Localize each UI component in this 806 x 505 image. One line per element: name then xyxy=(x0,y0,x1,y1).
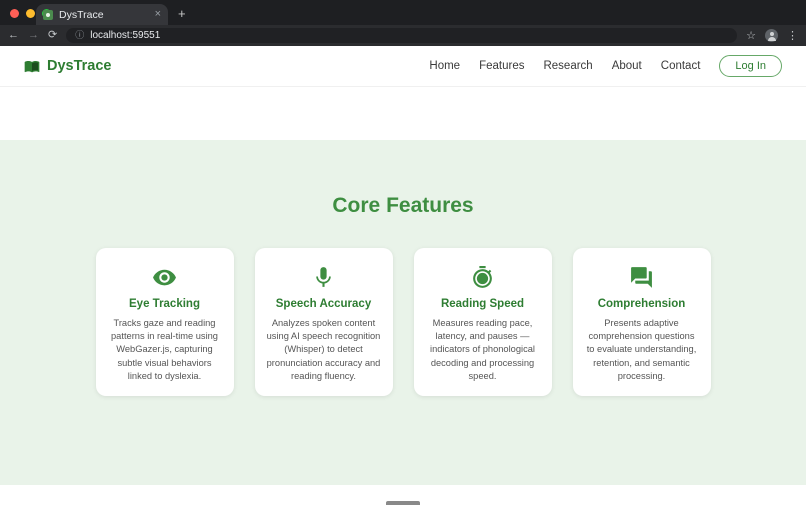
tab-favicon-icon xyxy=(43,9,53,20)
below-section xyxy=(0,485,806,505)
page-content: DysTrace Home Features Research About Co… xyxy=(0,46,806,505)
feature-card-eye-tracking: Eye Tracking Tracks gaze and reading pat… xyxy=(95,248,234,396)
site-header: DysTrace Home Features Research About Co… xyxy=(0,46,806,87)
hero-bottom-spacer xyxy=(0,87,806,140)
card-title: Reading Speed xyxy=(440,298,525,310)
login-button[interactable]: Log In xyxy=(719,55,782,77)
card-title: Comprehension xyxy=(597,298,686,310)
main-nav: Home Features Research About Contact Log… xyxy=(429,55,782,77)
site-info-icon[interactable]: ⓘ xyxy=(75,31,84,40)
section-title: Core Features xyxy=(332,194,474,217)
eye-icon xyxy=(107,263,223,291)
feature-cards-row: Eye Tracking Tracks gaze and reading pat… xyxy=(0,248,806,396)
window-close-button[interactable] xyxy=(10,9,19,18)
card-title: Speech Accuracy xyxy=(275,298,372,310)
card-text: Analyzes spoken content using AI speech … xyxy=(266,318,381,381)
next-section-partial-heading xyxy=(386,501,420,505)
brand-name: DysTrace xyxy=(47,58,112,74)
nav-link-home[interactable]: Home xyxy=(429,60,460,72)
tab-close-icon[interactable]: × xyxy=(155,9,161,20)
url-text: localhost:59551 xyxy=(90,30,161,41)
nav-link-contact[interactable]: Contact xyxy=(661,60,701,72)
feature-card-speech-accuracy: Speech Accuracy Analyzes spoken content … xyxy=(254,248,393,396)
new-tab-button[interactable]: + xyxy=(178,6,186,21)
browser-tabstrip: DysTrace × + xyxy=(0,0,806,25)
reload-button[interactable]: ⟳ xyxy=(48,30,57,41)
window-minimize-button[interactable] xyxy=(26,9,35,18)
card-text: Measures reading pace, latency, and paus… xyxy=(430,318,535,381)
card-title: Eye Tracking xyxy=(129,298,200,310)
browser-tab-dystrace[interactable]: DysTrace × xyxy=(36,4,168,25)
tab-title: DysTrace xyxy=(59,8,104,21)
brand-logo-icon xyxy=(24,61,40,73)
browser-menu-icon[interactable]: ⋮ xyxy=(787,29,798,42)
stopwatch-icon xyxy=(425,263,541,291)
chat-icon xyxy=(584,263,700,291)
nav-link-about[interactable]: About xyxy=(612,60,642,72)
nav-link-research[interactable]: Research xyxy=(543,60,592,72)
browser-toolbar: ← → ⟳ ⓘ localhost:59551 ☆ ⋮ xyxy=(0,25,806,46)
profile-avatar-icon[interactable] xyxy=(765,29,778,42)
back-button[interactable]: ← xyxy=(8,30,19,41)
feature-card-reading-speed: Reading Speed Measures reading pace, lat… xyxy=(413,248,552,396)
brand[interactable]: DysTrace xyxy=(24,58,112,74)
address-bar[interactable]: ⓘ localhost:59551 xyxy=(66,28,738,43)
forward-button[interactable]: → xyxy=(28,30,39,41)
nav-link-features[interactable]: Features xyxy=(479,60,524,72)
core-features-section: Core Features Eye Tracking Tracks gaze a… xyxy=(0,140,806,485)
card-text: Tracks gaze and reading patterns in real… xyxy=(111,318,218,381)
bookmark-star-icon[interactable]: ☆ xyxy=(746,29,756,42)
feature-card-comprehension: Comprehension Presents adaptive comprehe… xyxy=(572,248,711,396)
card-text: Presents adaptive comprehension question… xyxy=(586,318,697,381)
toolbar-right-icons: ☆ ⋮ xyxy=(746,29,798,42)
microphone-icon xyxy=(266,263,382,291)
